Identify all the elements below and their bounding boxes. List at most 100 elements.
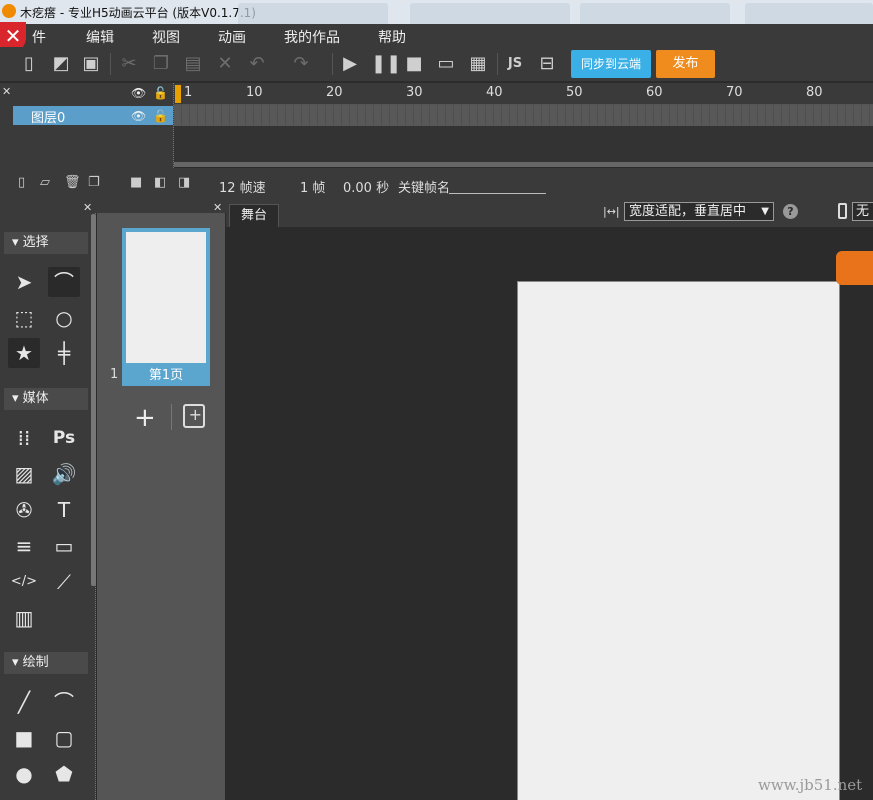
ruler-number: 40 <box>486 85 503 100</box>
line-tool-icon[interactable]: ╱ <box>8 687 40 717</box>
delete-icon[interactable]: ✕ <box>214 53 236 75</box>
timeline-ruler[interactable]: 1 10 20 30 40 50 60 70 80 <box>174 83 873 105</box>
lock-icon[interactable]: 🔓 <box>153 109 168 123</box>
menu-animation[interactable]: 动画 <box>218 27 246 47</box>
open-folder-icon[interactable]: ◩ <box>50 53 72 75</box>
publish-button[interactable]: 发布 <box>656 50 715 78</box>
stage-canvas[interactable] <box>517 281 840 800</box>
lasso-icon[interactable]: ⌒ <box>48 267 80 297</box>
redo-icon[interactable]: ↷ <box>290 53 312 75</box>
page-thumbnail[interactable]: 第1页 <box>122 228 210 386</box>
transform-icon[interactable]: ⬚ <box>8 303 40 333</box>
ruler-number: 30 <box>406 85 423 100</box>
star-shape-icon[interactable]: ★ <box>8 338 40 368</box>
help-icon[interactable]: ? <box>783 204 798 219</box>
menu-my-works[interactable]: 我的作品 <box>284 27 340 47</box>
preview-icon[interactable]: ▭ <box>435 53 457 75</box>
time-label: 0.00 秒 <box>343 181 390 196</box>
close-icon[interactable]: ✕ <box>83 201 92 214</box>
lock-icon[interactable]: 🔓 <box>153 86 168 100</box>
qrcode-icon[interactable]: ▦ <box>467 53 489 75</box>
rectangle-tool-icon[interactable]: ■ <box>8 723 40 753</box>
toolbar-divider <box>497 53 498 75</box>
pentagon-tool-icon[interactable]: ⬟ <box>48 759 80 789</box>
text-tool-icon[interactable]: T <box>48 495 80 525</box>
duplicate-page-icon[interactable]: + <box>183 404 205 428</box>
toolbar-divider <box>332 53 333 75</box>
presentation-icon[interactable]: ▭ <box>48 531 80 561</box>
add-page-icon[interactable]: + <box>134 403 156 433</box>
menu-edit[interactable]: 编辑 <box>86 27 114 47</box>
filmstrip-icon[interactable]: ▥ <box>8 603 40 633</box>
rounded-rect-tool-icon[interactable]: ▢ <box>48 723 80 753</box>
browser-tab[interactable] <box>238 3 388 24</box>
layers-panel <box>0 83 174 168</box>
inbox-icon[interactable]: ⊟ <box>536 53 558 75</box>
title-bar: 木疙瘩 - 专业H5动画云平台 (版本V0.1.7.1) <box>0 0 873 24</box>
keyframe-name-input[interactable] <box>449 178 546 194</box>
paragraph-icon[interactable]: ≡ <box>8 531 40 561</box>
trash-icon[interactable]: 🗑 <box>64 176 81 190</box>
zoom-icon[interactable]: ○ <box>48 303 80 333</box>
stage-header <box>226 200 873 227</box>
image-icon[interactable]: ▨ <box>8 459 40 489</box>
menu-view[interactable]: 视图 <box>152 27 180 47</box>
timeline-scrollbar[interactable] <box>174 162 873 167</box>
fit-width-icon: |↔| <box>603 205 620 218</box>
copy-icon[interactable]: ❐ <box>150 53 172 75</box>
device-select[interactable]: 无 <box>852 202 873 221</box>
section-draw-label: 绘制 <box>22 655 49 670</box>
select-arrow-icon[interactable]: ➤ <box>8 267 40 297</box>
stop-icon[interactable]: ■ <box>403 53 425 75</box>
sync-to-cloud-button[interactable]: 同步到云端 <box>571 50 651 78</box>
insert-keyframe-icon[interactable]: ◧ <box>154 176 168 190</box>
fit-mode-select[interactable]: 宽度适配，垂直居中 ▼ <box>624 202 774 221</box>
menu-file[interactable]: 件 <box>32 27 46 47</box>
photoshop-icon[interactable]: Ps <box>48 423 80 453</box>
line-chart-icon[interactable]: ⟋ <box>48 567 80 597</box>
app-logo-icon <box>2 4 16 18</box>
toolbar-divider <box>110 53 111 75</box>
tools-panel: ▾ 选择 ➤ ⌒ ⬚ ○ ★ ╪ ▾ 媒体 ⁞⁞ Ps ▨ 🔊 ✇ T ≡ ▭ … <box>0 213 96 800</box>
section-select[interactable]: ▾ 选择 <box>4 232 88 254</box>
video-reel-icon[interactable]: ✇ <box>8 495 40 525</box>
close-icon[interactable]: ✕ <box>2 85 11 98</box>
browser-tab[interactable] <box>410 3 570 24</box>
new-folder-icon[interactable]: ▱ <box>40 176 54 190</box>
js-icon[interactable]: JS <box>504 53 526 75</box>
fit-mode-value: 宽度适配，垂直居中 <box>629 204 747 219</box>
browser-tab[interactable] <box>580 3 730 24</box>
copy-layer-icon[interactable]: ❐ <box>88 176 102 190</box>
remove-keyframe-icon[interactable]: ◨ <box>178 176 192 190</box>
frame-label: 1 帧 <box>300 181 326 196</box>
playhead[interactable] <box>175 85 181 103</box>
html-embed-icon[interactable]: </> <box>8 567 40 597</box>
new-file-icon[interactable]: ▯ <box>18 53 40 75</box>
grid-apps-icon[interactable]: ⁞⁞ <box>8 423 40 453</box>
close-icon[interactable]: ✕ <box>213 201 222 214</box>
frame-track[interactable] <box>174 105 873 126</box>
side-drawer-tab[interactable] <box>836 251 873 285</box>
paste-icon[interactable]: ▤ <box>182 53 204 75</box>
visibility-eye-icon[interactable]: 👁 <box>131 86 146 100</box>
undo-icon[interactable]: ↶ <box>246 53 268 75</box>
tools-scrollbar[interactable] <box>91 214 96 586</box>
audio-icon[interactable]: 🔊 <box>48 459 80 489</box>
browser-tab[interactable] <box>745 3 873 24</box>
menu-help[interactable]: 帮助 <box>378 27 406 47</box>
circle-tool-icon[interactable]: ● <box>8 759 40 789</box>
new-layer-icon[interactable]: ▯ <box>18 176 32 190</box>
cut-icon[interactable]: ✂ <box>118 53 140 75</box>
timeline-footer: ▯ ▱ 🗑 ❐ ■ ◧ ◨ 12 帧速 1 帧 0.00 秒 关键帧名 <box>0 168 873 200</box>
curve-tool-icon[interactable]: ⌒ <box>48 687 80 717</box>
save-icon[interactable]: ▣ <box>80 53 102 75</box>
section-draw[interactable]: ▾ 绘制 <box>4 652 88 674</box>
tab-stage[interactable]: 舞台 <box>229 204 279 227</box>
visibility-eye-icon[interactable]: 👁 <box>131 109 146 123</box>
keyframe-icon[interactable]: ■ <box>130 176 144 190</box>
guide-icon[interactable]: ╪ <box>48 338 80 368</box>
play-icon[interactable]: ▶ <box>339 53 361 75</box>
pause-icon[interactable]: ❚❚ <box>371 53 401 75</box>
layer-row[interactable]: 图层0 👁 🔓 <box>13 106 173 126</box>
section-media[interactable]: ▾ 媒体 <box>4 388 88 410</box>
